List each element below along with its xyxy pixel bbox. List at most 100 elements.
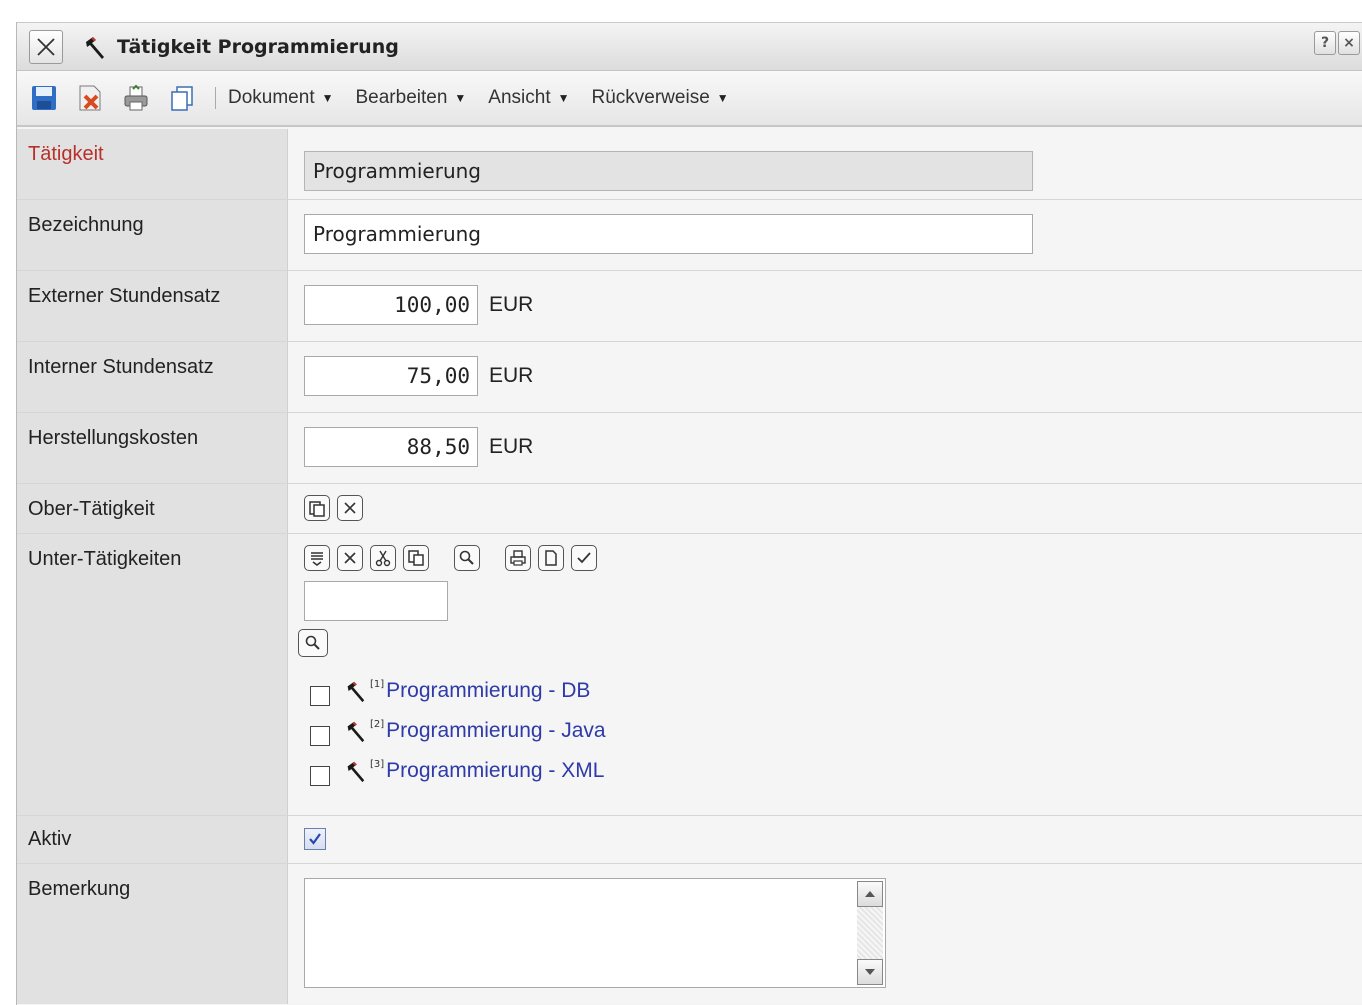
- int-rate-wrap: 75,00 EUR: [304, 356, 1362, 396]
- list-icon: [311, 552, 323, 566]
- menu-ansicht[interactable]: Ansicht ▼: [488, 87, 569, 109]
- bemerkung-label: Bemerkung: [17, 864, 288, 1004]
- menu-dokument[interactable]: Dokument ▼: [228, 87, 334, 109]
- item-checkbox[interactable]: [310, 726, 330, 746]
- bezeichnung-label: Bezeichnung: [17, 200, 288, 270]
- checkmark-icon: [577, 552, 591, 564]
- lookup-button[interactable]: [298, 629, 328, 657]
- print-button[interactable]: [505, 545, 531, 571]
- close-icon: [344, 502, 356, 514]
- item-ref: [3]: [370, 759, 385, 770]
- select-all-button[interactable]: [304, 545, 330, 571]
- unter-buttons: [304, 545, 1362, 571]
- row-herstellungskosten: Herstellungskosten 88,50 EUR: [17, 413, 1362, 484]
- ober-buttons: [304, 495, 1362, 521]
- window-title: Tätigkeit Programmierung: [117, 35, 399, 58]
- confirm-button[interactable]: [571, 545, 597, 571]
- aktiv-value-cell: [288, 816, 1362, 863]
- item-link[interactable]: Programmierung - DB: [386, 679, 590, 703]
- toolbar: Dokument ▼ Bearbeiten ▼ Ansicht ▼ Rückverwe…: [17, 71, 1362, 127]
- bezeichnung-value-cell: Programmierung: [288, 200, 1362, 270]
- ext-rate-value-cell: 100,00 EUR: [288, 271, 1362, 341]
- row-unter-taetigkeiten: Unter-Tätigkeiten [1] Programmierung - D…: [17, 534, 1362, 816]
- arrow-down-icon: [865, 969, 875, 975]
- currency-unit: EUR: [489, 435, 534, 458]
- copy-icon: [408, 550, 424, 566]
- ext-rate-wrap: 100,00 EUR: [304, 285, 1362, 325]
- close-document-button[interactable]: [29, 29, 63, 64]
- caret-down-icon: ▼: [557, 91, 570, 105]
- aktiv-label: Aktiv: [17, 816, 288, 863]
- row-bezeichnung: Bezeichnung Programmierung: [17, 200, 1362, 271]
- scroll-up-button[interactable]: [857, 881, 883, 907]
- list-item: [3] Programmierung - XML: [304, 751, 1362, 791]
- scissors-icon: [375, 550, 391, 567]
- scroll-down-button[interactable]: [857, 959, 883, 985]
- item-link[interactable]: Programmierung - Java: [386, 719, 605, 743]
- hammer-icon: [342, 758, 368, 784]
- print-icon: [510, 550, 526, 566]
- new-document-button[interactable]: [538, 545, 564, 571]
- caret-down-icon: ▼: [321, 91, 334, 105]
- unter-list: [1] Programmierung - DB [2] Programmieru…: [304, 671, 1362, 791]
- list-item: [2] Programmierung - Java: [304, 711, 1362, 751]
- copy-button[interactable]: [403, 545, 429, 571]
- title-bar: Tätigkeit Programmierung ? ×: [17, 23, 1362, 71]
- herstellkosten-wrap: 88,50 EUR: [304, 427, 1362, 467]
- bezeichnung-field[interactable]: Programmierung: [304, 214, 1033, 254]
- ext-rate-label: Externer Stundensatz: [17, 271, 288, 341]
- remove-button[interactable]: [337, 545, 363, 571]
- window-controls: ? ×: [1314, 31, 1360, 55]
- aktiv-checkbox[interactable]: [304, 828, 326, 850]
- int-rate-value-cell: 75,00 EUR: [288, 342, 1362, 412]
- list-item: [1] Programmierung - DB: [304, 671, 1362, 711]
- checkmark-icon: [309, 833, 321, 845]
- bemerkung-textarea[interactable]: [304, 878, 886, 988]
- item-checkbox[interactable]: [310, 766, 330, 786]
- unter-search-input[interactable]: [304, 581, 448, 621]
- print-icon[interactable]: [121, 83, 151, 113]
- clear-button[interactable]: [337, 495, 363, 521]
- menu-rueckverweise[interactable]: Rückverweise ▼: [592, 87, 729, 109]
- row-aktiv: Aktiv: [17, 816, 1362, 864]
- delete-document-icon[interactable]: [75, 83, 105, 113]
- currency-unit: EUR: [489, 293, 534, 316]
- caret-down-icon: ▼: [716, 91, 729, 105]
- arrow-up-icon: [865, 891, 875, 897]
- menu-bearbeiten[interactable]: Bearbeiten ▼: [356, 87, 467, 109]
- search-button[interactable]: [454, 545, 480, 571]
- unter-search-button-wrap: [298, 629, 1362, 657]
- ext-rate-field[interactable]: 100,00: [304, 285, 478, 325]
- menu-label: Ansicht: [488, 87, 551, 108]
- menu-label: Rückverweise: [591, 87, 710, 108]
- menu-label: Bearbeiten: [355, 87, 448, 108]
- hammer-icon: [79, 32, 109, 62]
- row-taetigkeit: Tätigkeit Programmierung: [17, 129, 1362, 200]
- cut-button[interactable]: [370, 545, 396, 571]
- item-link[interactable]: Programmierung - XML: [386, 759, 604, 783]
- item-ref: [1]: [370, 679, 385, 690]
- help-button[interactable]: ?: [1314, 31, 1336, 55]
- ober-label: Ober-Tätigkeit: [17, 484, 288, 533]
- row-bemerkung: Bemerkung: [17, 864, 1362, 1004]
- herstellkosten-label: Herstellungskosten: [17, 413, 288, 483]
- textarea-scrollbar[interactable]: [857, 881, 883, 985]
- hammer-icon: [342, 678, 368, 704]
- copy-icon[interactable]: [167, 83, 197, 113]
- item-checkbox[interactable]: [310, 686, 330, 706]
- currency-unit: EUR: [489, 364, 534, 387]
- int-rate-field[interactable]: 75,00: [304, 356, 478, 396]
- item-ref: [2]: [370, 719, 385, 730]
- herstellkosten-field[interactable]: 88,50: [304, 427, 478, 467]
- search-icon: [459, 550, 474, 565]
- int-rate-label: Interner Stundensatz: [17, 342, 288, 412]
- window-close-button[interactable]: ×: [1338, 31, 1360, 55]
- save-icon[interactable]: [29, 83, 59, 113]
- document-form: Tätigkeit Programmierung Bezeichnung Pro…: [17, 129, 1362, 1004]
- paste-button[interactable]: [304, 495, 330, 521]
- toolbar-separator: [215, 87, 216, 109]
- taetigkeit-value-cell: Programmierung: [288, 129, 1362, 199]
- herstellkosten-value-cell: 88,50 EUR: [288, 413, 1362, 483]
- document-icon: [545, 550, 557, 566]
- ober-value-cell: [288, 484, 1362, 533]
